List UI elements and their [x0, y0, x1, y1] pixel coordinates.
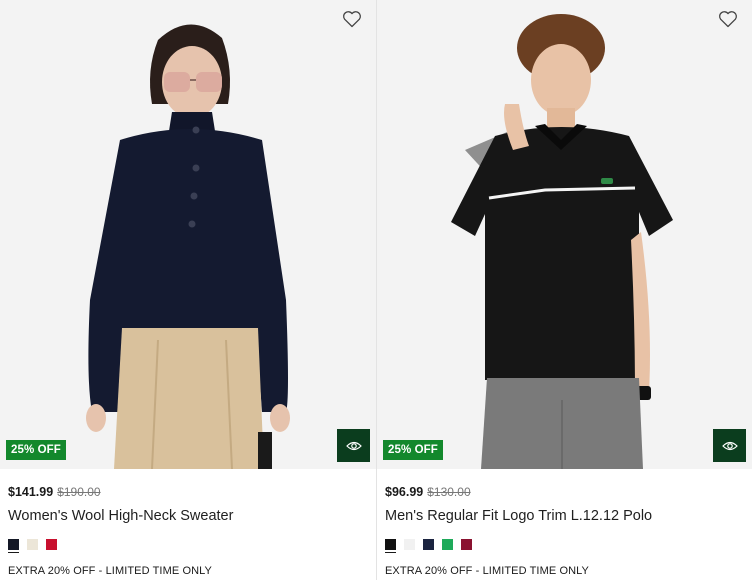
color-swatch-black[interactable]	[385, 539, 396, 553]
swatch-chip	[8, 539, 19, 550]
product-name[interactable]: Men's Regular Fit Logo Trim L.12.12 Polo	[385, 508, 744, 528]
product-image[interactable]: 25% OFF	[377, 0, 752, 469]
discount-badge: 25% OFF	[383, 440, 443, 460]
promo-text: EXTRA 20% OFF - LIMITED TIME ONLY	[385, 565, 589, 577]
sale-price: $141.99	[8, 485, 54, 499]
swatch-chip	[442, 539, 453, 550]
product-info: $96.99 $130.00 Men's Regular Fit Logo Tr…	[377, 469, 752, 577]
color-swatch-navy[interactable]	[8, 539, 19, 553]
product-grid: 25% OFF $141.99 $190.00 Women's Wool Hig…	[0, 0, 752, 580]
swatch-chip	[423, 539, 434, 550]
original-price: $130.00	[427, 485, 471, 499]
sale-price: $96.99	[385, 485, 424, 499]
product-photo-women-sweater	[0, 0, 376, 469]
product-card[interactable]: 25% OFF $96.99 $130.00 Men's Regular Fit…	[377, 0, 752, 580]
color-swatch-cream[interactable]	[27, 539, 38, 553]
discount-badge: 25% OFF	[6, 440, 66, 460]
product-image[interactable]: 25% OFF	[0, 0, 376, 469]
price-row: $141.99 $190.00	[8, 485, 368, 499]
color-swatch-red[interactable]	[46, 539, 57, 553]
wishlist-heart-icon[interactable]	[718, 10, 738, 28]
price-row: $96.99 $130.00	[385, 485, 744, 499]
color-swatches	[8, 539, 368, 553]
product-info: $141.99 $190.00 Women's Wool High-Neck S…	[0, 469, 376, 577]
swatch-chip	[46, 539, 57, 550]
product-name[interactable]: Women's Wool High-Neck Sweater	[8, 508, 368, 528]
swatch-chip	[385, 539, 396, 550]
quick-view-eye-icon[interactable]	[713, 429, 746, 462]
swatch-chip	[461, 539, 472, 550]
wishlist-heart-icon[interactable]	[342, 10, 362, 28]
swatch-chip	[404, 539, 415, 550]
promo-text: EXTRA 20% OFF - LIMITED TIME ONLY	[8, 565, 212, 577]
color-swatch-burgundy[interactable]	[461, 539, 472, 553]
product-photo-men-polo	[377, 0, 752, 469]
color-swatch-white[interactable]	[404, 539, 415, 553]
swatch-chip	[27, 539, 38, 550]
product-card[interactable]: 25% OFF $141.99 $190.00 Women's Wool Hig…	[0, 0, 376, 580]
quick-view-eye-icon[interactable]	[337, 429, 370, 462]
color-swatches	[385, 539, 744, 553]
original-price: $190.00	[57, 485, 101, 499]
color-swatch-navy[interactable]	[423, 539, 434, 553]
color-swatch-green[interactable]	[442, 539, 453, 553]
